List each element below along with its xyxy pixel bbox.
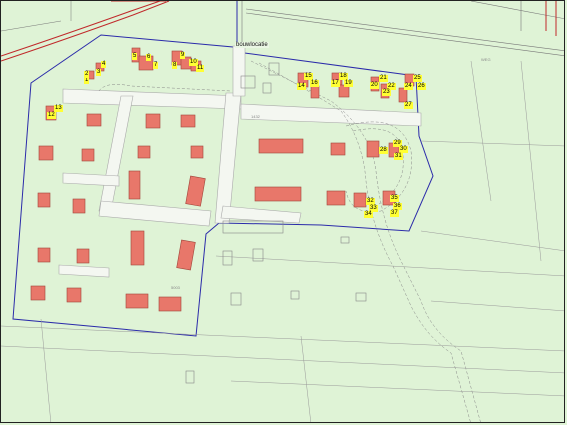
lot-label: 3 [96,69,102,76]
lot-label: 27 [404,102,413,109]
lot-label: 17 [331,80,340,87]
location-label: bouwlocatie [235,42,269,48]
street-text: 1432 [251,114,261,119]
lot-label: 15 [304,73,313,80]
lot-label: 1 [84,77,90,84]
lot-label: 13 [54,105,63,112]
lot-label: 9 [180,52,186,59]
street-text: WEG [481,57,491,62]
site-plan-map: 1432 WEG 5003 [1,1,564,422]
lot-label: 21 [379,75,388,82]
street-text: 5003 [171,285,181,290]
lot-label: 24 [404,83,413,90]
lot-label: 32 [366,198,375,205]
lot-label: 20 [370,82,379,89]
lot-label: 30 [399,146,408,153]
lot-label: 25 [413,75,422,82]
lot-label: 19 [344,80,353,87]
lot-label: 26 [417,83,426,90]
lot-label: 31 [394,153,403,160]
lot-label: 4 [101,61,107,68]
lot-label: 14 [297,83,306,90]
lot-label: 28 [379,147,388,154]
lot-label: 37 [390,210,399,217]
lot-label: 6 [146,54,152,61]
lot-label: 16 [310,80,319,87]
lot-label: 34 [364,211,373,218]
lot-label: 36 [393,203,402,210]
map-frame: 1432 WEG 5003 bouwlocatie 1 2 3 4 5 6 7 … [0,0,565,423]
lot-label: 35 [390,195,399,202]
lot-label: 2 [84,71,90,78]
lot-label: 7 [153,62,159,69]
lot-label: 11 [196,65,205,72]
lot-label: 18 [339,73,348,80]
lot-label: 12 [47,112,56,119]
lot-label: 8 [172,62,178,69]
lot-label: 5 [132,53,138,60]
lot-label: 23 [382,89,391,96]
